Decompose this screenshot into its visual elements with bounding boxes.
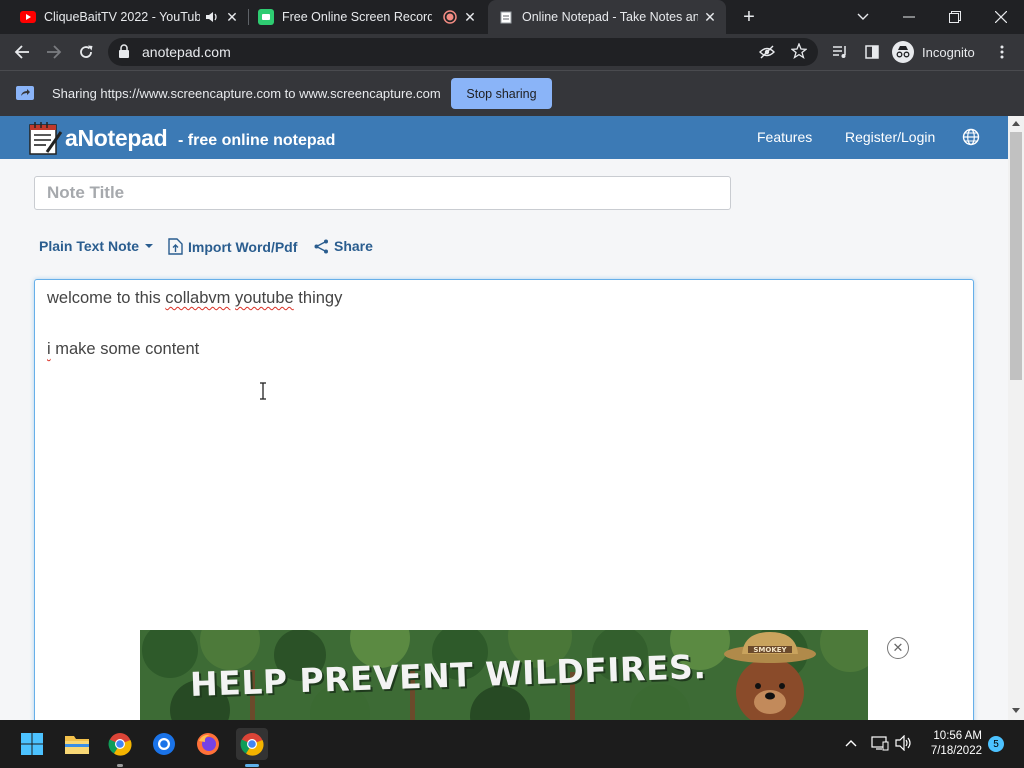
text-cursor-icon <box>259 382 267 405</box>
screen-sharing-bar: Sharing https://www.screencapture.com to… <box>0 70 1024 116</box>
page-content: aNotepad - free online notepad Features … <box>0 116 1008 720</box>
windows-start-icon[interactable] <box>16 728 48 760</box>
nav-features[interactable]: Features <box>757 129 812 145</box>
site-brand[interactable]: aNotepad <box>65 125 168 152</box>
tab-online-notepad[interactable]: Online Notepad - Take Notes and ✕ <box>488 0 726 34</box>
scroll-up-arrow-icon[interactable] <box>1012 121 1020 126</box>
note-type-label: Plain Text Note <box>39 238 140 254</box>
tab-separator <box>248 9 249 25</box>
misspelled-word[interactable]: collabvm <box>165 289 230 307</box>
running-indicator <box>117 764 123 767</box>
notepad-icon <box>498 9 514 25</box>
side-panel-icon[interactable] <box>858 38 886 66</box>
close-icon[interactable]: ✕ <box>462 9 478 25</box>
system-clock[interactable]: 10:56 AM 7/18/2022 <box>916 729 982 759</box>
close-icon[interactable]: ✕ <box>702 9 718 25</box>
chevron-up-icon[interactable] <box>845 735 857 750</box>
tab-screen-recorder[interactable]: Free Online Screen Recorder ✕ <box>250 0 486 34</box>
network-icon[interactable] <box>871 735 889 754</box>
eye-off-icon[interactable] <box>759 44 775 65</box>
chrome-beta-icon[interactable] <box>148 728 180 760</box>
recording-icon <box>443 10 457 27</box>
site-header: aNotepad - free online notepad Features … <box>0 116 1008 159</box>
tab-youtube[interactable]: CliqueBaitTV 2022 - YouTube ✕ <box>12 0 248 34</box>
url-text: anotepad.com <box>142 44 231 60</box>
speaker-icon[interactable] <box>205 10 219 27</box>
notification-badge[interactable]: 5 <box>988 736 1004 752</box>
file-explorer-icon[interactable] <box>61 728 93 760</box>
active-indicator <box>245 764 259 767</box>
clock-time: 10:56 AM <box>933 730 982 742</box>
share-button[interactable]: Share <box>314 238 373 254</box>
scrollbar-thumb[interactable] <box>1010 132 1022 380</box>
misspelled-word[interactable]: youtube <box>235 289 294 307</box>
tab-title: Free Online Screen Recorder <box>282 10 432 24</box>
address-bar[interactable]: anotepad.com <box>108 38 818 66</box>
tab-title: CliqueBaitTV 2022 - YouTube <box>44 10 200 24</box>
note-title-input[interactable] <box>34 176 731 210</box>
tab-title: Online Notepad - Take Notes and <box>522 10 698 24</box>
browser-tab-strip: CliqueBaitTV 2022 - YouTube ✕ Free Onlin… <box>0 0 1024 34</box>
note-line-1: welcome to this collabvm youtube thingy <box>47 289 343 307</box>
sharing-message: Sharing https://www.screencapture.com to… <box>52 86 441 101</box>
import-word-pdf-button[interactable]: Import Word/Pdf <box>168 238 297 255</box>
globe-icon[interactable] <box>962 128 980 151</box>
menu-kebab-icon[interactable] <box>988 38 1016 66</box>
note-line-2: i make some content <box>47 340 200 358</box>
chrome-icon[interactable] <box>104 728 136 760</box>
caret-down-icon <box>145 244 154 248</box>
clock-date: 7/18/2022 <box>930 745 982 757</box>
screencapture-icon <box>258 9 274 25</box>
screen-share-icon <box>15 85 35 106</box>
minimize-button[interactable] <box>886 0 932 34</box>
tab-search-chevron-icon[interactable] <box>840 0 886 34</box>
notepad-logo-icon[interactable] <box>27 120 63 161</box>
reload-icon[interactable] <box>72 38 100 66</box>
media-control-icon[interactable] <box>826 38 854 66</box>
incognito-icon <box>892 41 914 63</box>
youtube-icon <box>20 9 36 25</box>
scroll-down-arrow-icon[interactable] <box>1012 708 1020 713</box>
back-arrow-icon[interactable] <box>8 38 36 66</box>
close-icon[interactable]: ✕ <box>224 9 240 25</box>
chrome-active-icon[interactable] <box>236 728 268 760</box>
close-ad-icon[interactable]: ✕ <box>887 637 909 659</box>
forward-arrow-icon[interactable] <box>40 38 68 66</box>
incognito-label: Incognito <box>922 44 975 60</box>
new-tab-button[interactable]: + <box>738 4 760 30</box>
site-tagline: - free online notepad <box>178 132 336 149</box>
volume-icon[interactable] <box>895 734 913 754</box>
incognito-profile-button[interactable]: Incognito <box>888 38 985 66</box>
share-icon <box>314 239 329 254</box>
close-window-button[interactable] <box>978 0 1024 34</box>
browser-toolbar: anotepad.com Incognito <box>0 34 1024 70</box>
file-upload-icon <box>168 238 183 255</box>
lock-icon[interactable] <box>118 44 130 63</box>
note-type-dropdown[interactable]: Plain Text Note <box>39 238 154 254</box>
advertisement-banner[interactable]: SMOKEY HELP PREVENT WILDFIRES. <box>140 630 868 720</box>
share-label: Share <box>334 238 373 254</box>
import-label: Import Word/Pdf <box>188 238 298 255</box>
page-scrollbar[interactable] <box>1008 116 1024 720</box>
smokey-hat-label: SMOKEY <box>753 646 787 654</box>
bookmark-star-icon[interactable] <box>790 42 808 64</box>
firefox-icon[interactable] <box>192 728 224 760</box>
nav-register-login[interactable]: Register/Login <box>845 129 935 145</box>
restore-button[interactable] <box>932 0 978 34</box>
stop-sharing-button[interactable]: Stop sharing <box>451 78 552 109</box>
windows-taskbar: 10:56 AM 7/18/2022 5 <box>0 720 1024 768</box>
